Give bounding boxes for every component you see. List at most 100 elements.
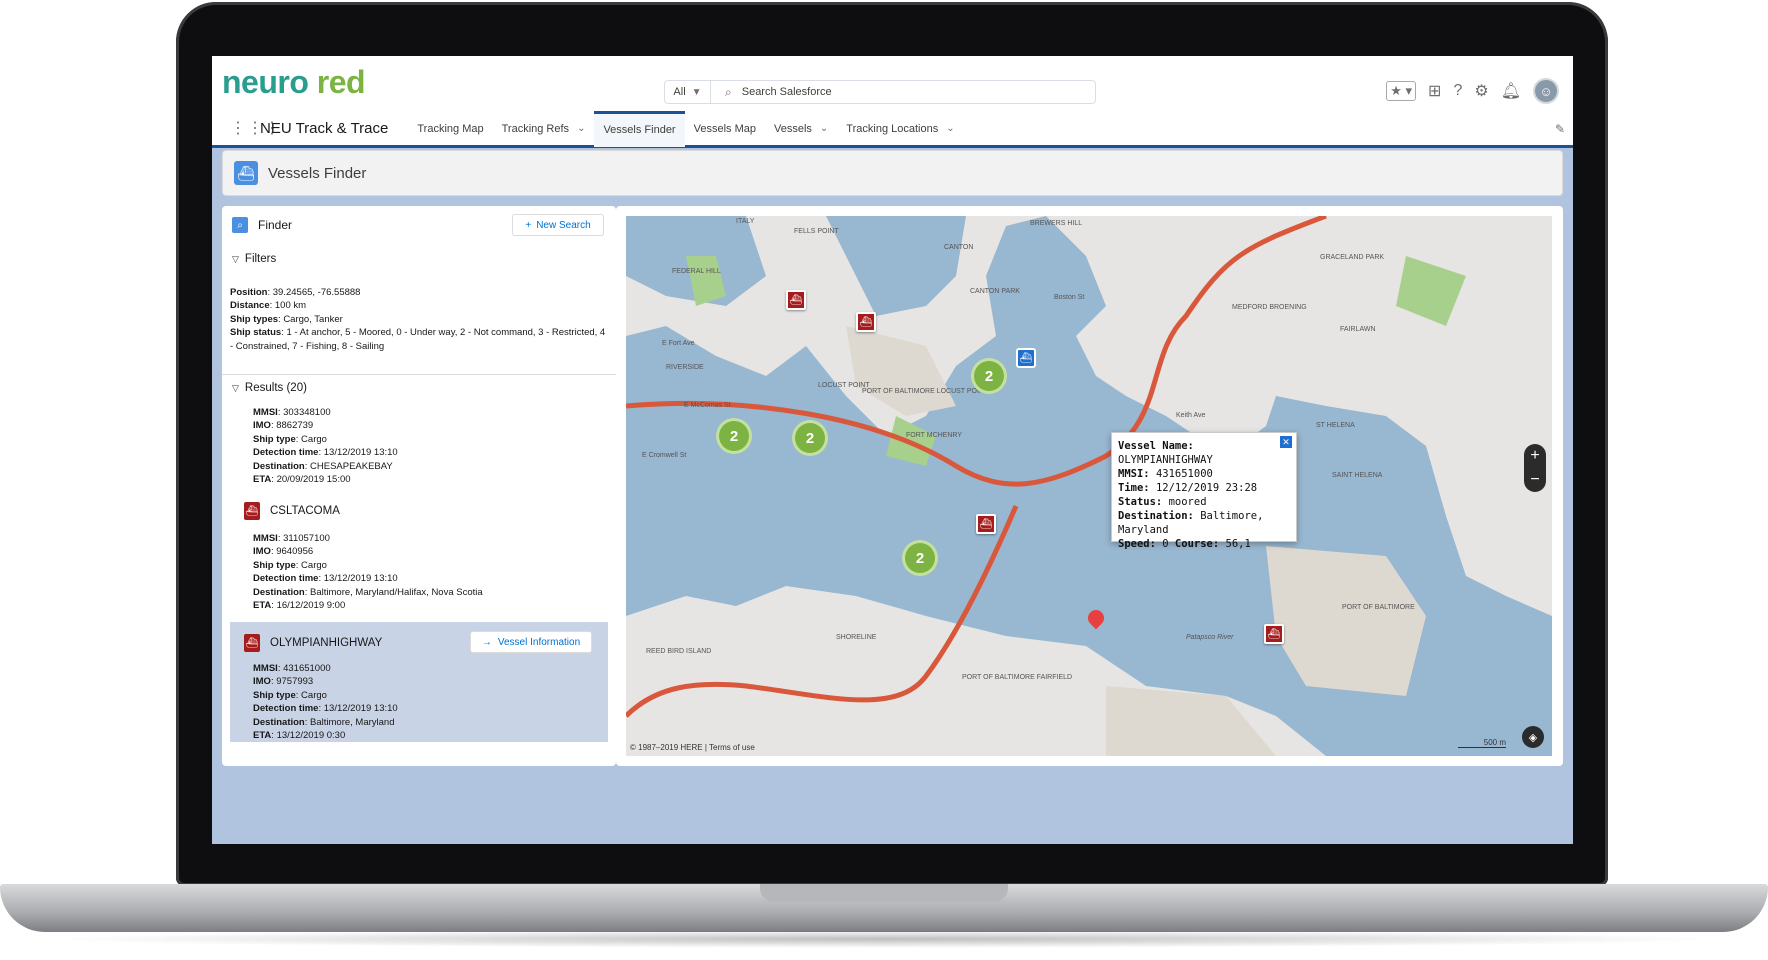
map-label: REED BIRD ISLAND	[646, 648, 712, 655]
finder-panel: ⌕ Finder + New Search ▽ Filters Position:…	[222, 206, 616, 766]
map-label: ITALY	[736, 218, 755, 225]
global-search[interactable]: All ▼ ⌕ Search Salesforce	[664, 80, 1096, 104]
tab-tracking-locations[interactable]: Tracking Locations ⌄	[837, 111, 963, 147]
field-label: ETA	[253, 730, 272, 742]
search-scope-select[interactable]: All ▼	[665, 81, 711, 103]
chevron-down-icon[interactable]: ⌄	[577, 123, 585, 134]
results-section-toggle[interactable]: ▽ Results (20)	[232, 382, 307, 394]
filters-summary: Position: 39.24565, -76.55888 Distance: …	[230, 286, 608, 353]
neuro-red-logo[interactable]: neuro red	[222, 64, 366, 101]
popup-value: 431651000	[1155, 468, 1213, 480]
layers-icon[interactable]: ◈	[1522, 726, 1544, 748]
list-item: MMSI: 431651000 IMO: 9757993 Ship type: …	[253, 662, 398, 742]
chevron-down-icon[interactable]: ⌄	[820, 123, 828, 134]
field-label: Destination	[253, 586, 305, 598]
new-search-button[interactable]: + New Search	[512, 214, 604, 236]
arrow-right-icon: →	[481, 636, 492, 648]
field-value: : 20/09/2019 15:00	[271, 474, 351, 486]
vessel-information-button[interactable]: → Vessel Information	[470, 631, 592, 653]
field-value: : CHESAPEAKEBAY	[304, 460, 393, 472]
global-add-icon[interactable]: ⊞	[1428, 81, 1441, 101]
finder-title: Finder	[258, 218, 293, 232]
vessels-map[interactable]: ITALY FELLS POINT CANTON BREWERS HILL FE…	[626, 216, 1552, 756]
vessel-marker-icon[interactable]: ⛴	[1264, 624, 1284, 644]
field-label: Ship type	[253, 433, 296, 445]
vessel-cluster-marker[interactable]: 2	[792, 420, 828, 456]
zoom-in-button[interactable]: +	[1530, 447, 1539, 465]
page-title: Vessels Finder	[268, 164, 367, 182]
map-label: SAINT HELENA	[1332, 472, 1383, 479]
field-label: Ship type	[253, 689, 296, 701]
popup-label: Course:	[1174, 538, 1220, 550]
tab-label: Vessels Finder	[603, 124, 676, 136]
field-value: : 16/12/2019 9:00	[271, 600, 346, 612]
map-label: FELLS POINT	[794, 228, 839, 235]
map-label: Keith Ave	[1176, 412, 1206, 419]
map-label: E McComas St	[684, 402, 731, 409]
vessel-marker-icon[interactable]: ⛴	[976, 514, 996, 534]
tab-label: Tracking Refs	[501, 122, 570, 135]
map-copyright[interactable]: © 1987–2019 HERE | Terms of use	[630, 743, 755, 752]
popup-label: MMSI:	[1118, 468, 1150, 480]
vessel-cluster-marker[interactable]: 2	[716, 418, 752, 454]
filter-label: Ship types	[230, 313, 279, 325]
vessel-info-popup: ✕ Vessel Name: OLYMPIANHIGHWAY MMSI: 431…	[1111, 432, 1297, 550]
tab-vessels[interactable]: Vessels ⌄	[765, 111, 837, 147]
field-label: IMO	[253, 420, 271, 432]
chevron-down-icon[interactable]: ⌄	[946, 123, 954, 134]
page-header: ⛴ Vessels Finder	[222, 150, 1563, 196]
popup-label: Time:	[1118, 482, 1150, 494]
notification-bell-icon[interactable]: 🔔︎	[1501, 81, 1521, 101]
vessel-name: CSLTACOMA	[270, 505, 340, 517]
list-item[interactable]: MMSI: 311057100 IMO: 9640956 Ship type: …	[253, 532, 483, 612]
tab-label: Tracking Locations	[846, 122, 939, 135]
filters-title: Filters	[244, 253, 277, 265]
map-label: SHORELINE	[836, 634, 877, 641]
search-input[interactable]: Search Salesforce	[742, 86, 832, 98]
field-value: : Baltimore, Maryland	[304, 716, 395, 728]
vessel-icon: ⛴	[244, 502, 260, 520]
vessel-cluster-marker[interactable]: 2	[971, 358, 1007, 394]
map-label: CANTON	[944, 244, 974, 251]
section-divider	[222, 374, 616, 375]
filter-label: Distance	[230, 300, 270, 312]
vessel-cluster-marker[interactable]: 2	[902, 540, 938, 576]
field-value: : 13/12/2019 13:10	[318, 573, 398, 585]
avatar[interactable]: ☺	[1533, 78, 1559, 104]
field-label: MMSI	[253, 407, 278, 418]
map-label: GRACELAND PARK	[1320, 254, 1385, 261]
popup-value: 56,1	[1225, 538, 1251, 550]
vessel-header-olympianhighway[interactable]: ⛴ OLYMPIANHIGHWAY	[244, 634, 382, 652]
help-icon[interactable]: ?	[1453, 82, 1462, 100]
selected-result-item[interactable]: ⛴ OLYMPIANHIGHWAY → Vessel Information M…	[230, 622, 608, 742]
vessel-header-csltacoma[interactable]: ⛴ CSLTACOMA	[244, 502, 340, 520]
list-item[interactable]: MMSI: 303348100 IMO: 8862739 Ship type: …	[253, 406, 398, 486]
tab-vessels-finder[interactable]: Vessels Finder	[594, 110, 685, 147]
global-header: neuro red All ▼ ⌕ Search Salesforce ★ ▾ …	[212, 56, 1573, 112]
vessel-marker-icon[interactable]: ⛴	[786, 290, 806, 310]
field-value: : Baltimore, Maryland/Halifax, Nova Scot…	[304, 586, 483, 598]
vessel-marker-icon[interactable]: ⛴	[856, 312, 876, 332]
popup-value: 12/12/2019 23:28	[1155, 482, 1258, 494]
tab-label: Vessels	[773, 122, 812, 135]
map-label: Port of Baltimore Locust Point	[862, 388, 989, 395]
map-label: Boston St	[1054, 294, 1085, 301]
favorites-star-icon[interactable]: ★ ▾	[1386, 81, 1417, 101]
app-launcher-icon[interactable]: ⋮⋮⋮	[230, 121, 280, 137]
filters-section-toggle[interactable]: ▽ Filters	[232, 253, 276, 265]
header-icons: ★ ▾ ⊞ ? ⚙ 🔔︎ ☺	[1386, 78, 1559, 104]
vessel-icon: ⛴	[244, 634, 260, 652]
map-label: MEDFORD BROENING	[1232, 304, 1307, 311]
tab-tracking-refs[interactable]: Tracking Refs ⌄	[493, 111, 595, 147]
tab-vessels-map[interactable]: Vessels Map	[685, 111, 765, 147]
field-label: Destination	[253, 460, 305, 472]
field-value: : 311057100	[277, 533, 330, 544]
setup-gear-icon[interactable]: ⚙	[1474, 81, 1488, 101]
zoom-out-button[interactable]: −	[1530, 471, 1539, 489]
app-nav-bar: ⋮⋮⋮ NEU Track & Trace Tracking Map Track…	[212, 110, 1573, 148]
field-label: Ship type	[253, 559, 296, 571]
edit-nav-pencil-icon[interactable]: ✎	[1555, 122, 1565, 136]
close-icon[interactable]: ✕	[1280, 436, 1292, 448]
selected-vessel-marker-icon[interactable]: ⛴	[1016, 348, 1036, 368]
tab-tracking-map[interactable]: Tracking Map	[408, 111, 492, 147]
